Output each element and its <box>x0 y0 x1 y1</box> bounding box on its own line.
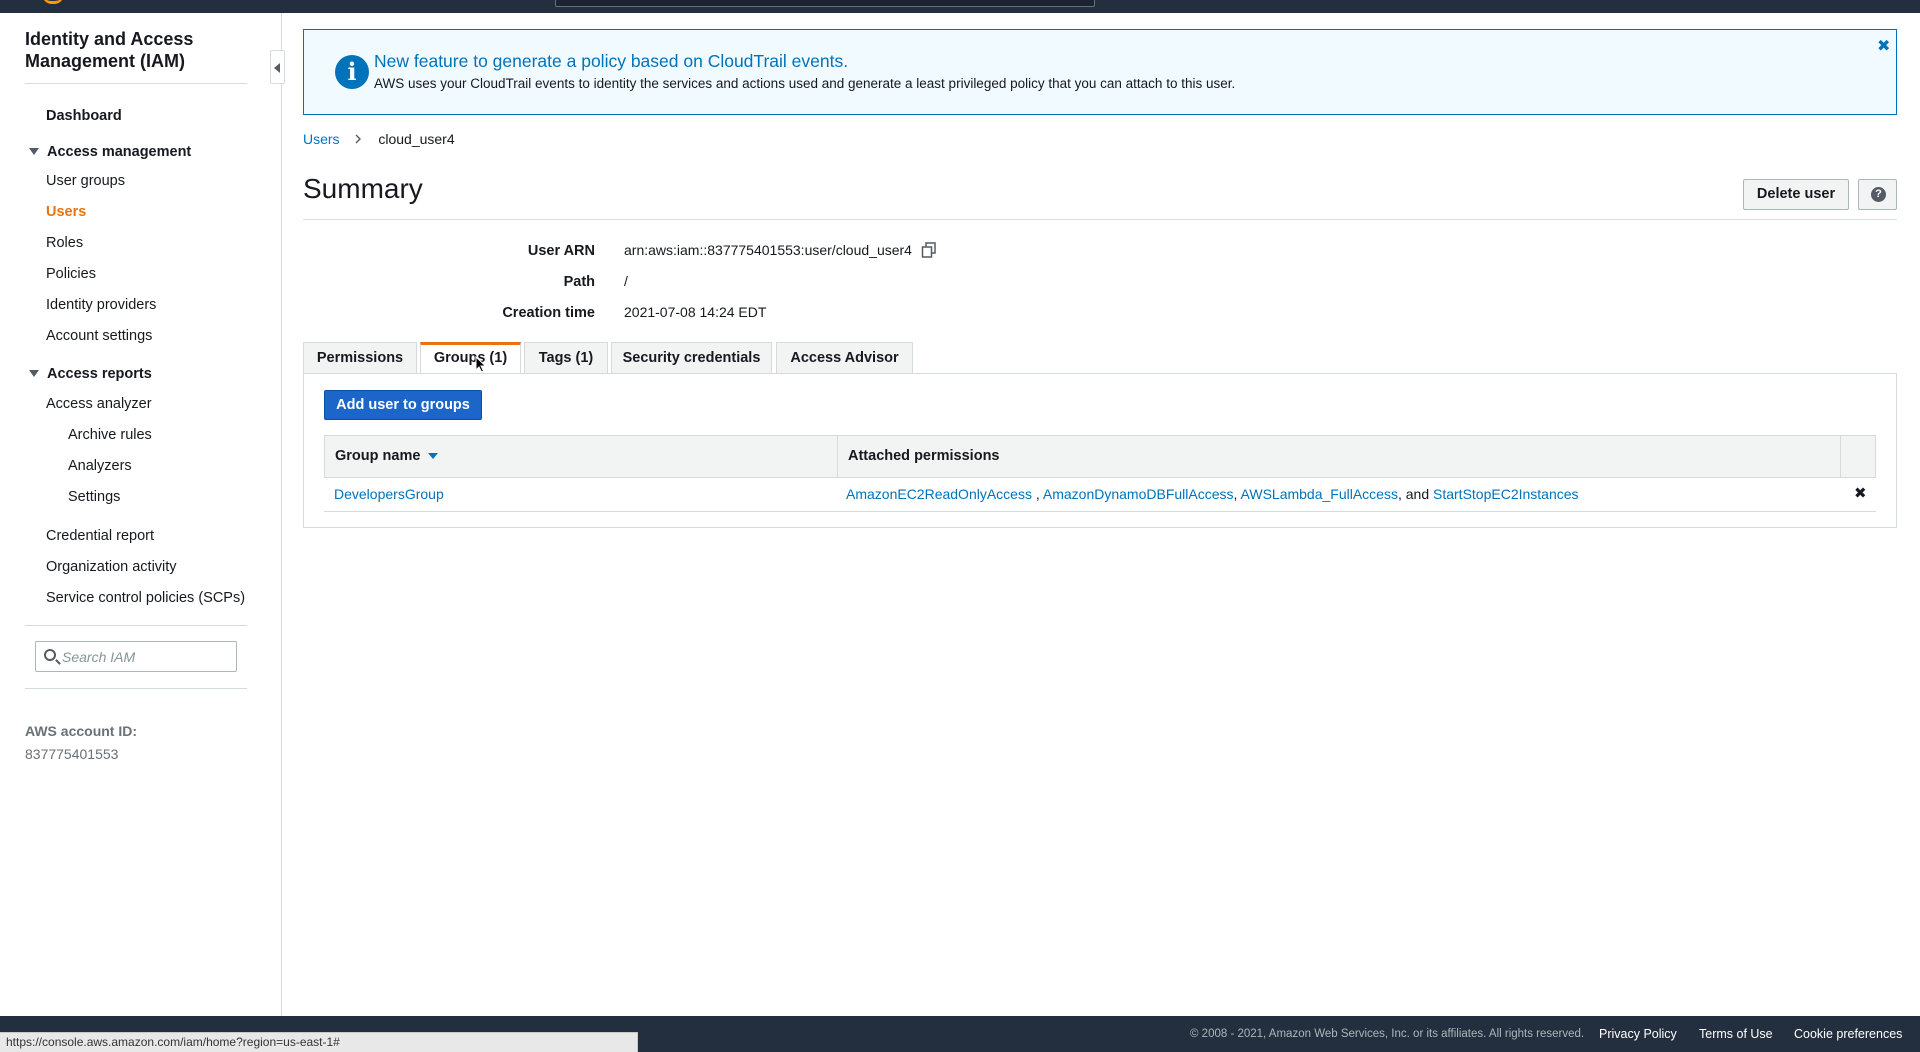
cookie-preferences-link[interactable]: Cookie preferences <box>1794 1027 1902 1041</box>
path-label: Path <box>563 274 595 290</box>
add-user-to-groups-button[interactable]: Add user to groups <box>324 390 482 420</box>
sidebar-item-users[interactable]: Users <box>46 204 86 220</box>
list-separator: , and <box>1397 486 1430 502</box>
aws-logo-icon[interactable] <box>42 0 64 4</box>
tab-tags[interactable]: Tags (1) <box>524 342 608 374</box>
sidebar-item-user-groups[interactable]: User groups <box>46 173 125 189</box>
chevron-right-icon <box>355 131 362 147</box>
creation-time-value: 2021-07-08 14:24 EDT <box>624 304 767 320</box>
sidebar-item-account-settings[interactable]: Account settings <box>46 328 152 344</box>
breadcrumb: Users cloud_user4 <box>303 131 455 147</box>
sidebar-item-access-analyzer[interactable]: Access analyzer <box>46 396 152 412</box>
sort-descending-icon <box>428 453 439 460</box>
search-iam-input[interactable] <box>62 646 232 667</box>
banner-text: AWS uses your CloudTrail events to ident… <box>374 76 1236 91</box>
user-arn-label: User ARN <box>527 243 595 259</box>
sidebar-divider <box>25 688 247 689</box>
sidebar: Identity and Access Management (IAM) Das… <box>0 13 285 1016</box>
sidebar-item-credential-report[interactable]: Credential report <box>46 528 154 544</box>
sidebar-item-scps[interactable]: Service control policies (SCPs) <box>46 590 245 606</box>
path-value: / <box>624 273 628 289</box>
sidebar-item-analyzers[interactable]: Analyzers <box>68 458 132 474</box>
caret-down-icon <box>29 369 39 377</box>
group-link-developersgroup[interactable]: DevelopersGroup <box>334 486 444 502</box>
info-icon: i <box>335 55 369 89</box>
close-icon[interactable]: ✖ <box>1877 36 1890 56</box>
search-iam-box[interactable] <box>35 641 237 672</box>
service-title[interactable]: Identity and Access Management (IAM) <box>25 28 255 72</box>
sidebar-item-identity-providers[interactable]: Identity providers <box>46 297 156 313</box>
sidebar-section-access-management[interactable]: Access management <box>29 144 191 160</box>
help-icon: ? <box>1871 187 1886 202</box>
policy-link[interactable]: AmazonDynamoDBFullAccess <box>1043 486 1234 502</box>
sidebar-item-dashboard[interactable]: Dashboard <box>46 108 122 124</box>
account-id-label: AWS account ID: <box>25 723 138 739</box>
console-search-bar[interactable] <box>555 0 1095 7</box>
policy-link[interactable]: AmazonEC2ReadOnlyAccess <box>846 486 1032 502</box>
sidebar-section-label: Access reports <box>47 366 152 382</box>
copyright-text: © 2008 - 2021, Amazon Web Services, Inc.… <box>1190 1028 1585 1040</box>
banner-title-link[interactable]: New feature to generate a policy based o… <box>374 51 848 72</box>
copy-icon[interactable] <box>921 242 937 259</box>
column-header-actions <box>1841 436 1875 477</box>
terms-of-use-link[interactable]: Terms of Use <box>1699 1027 1773 1041</box>
policy-link[interactable]: AWSLambda_FullAccess <box>1241 486 1398 502</box>
sidebar-item-analyzer-settings[interactable]: Settings <box>68 489 120 505</box>
column-header-attached-permissions: Attached permissions <box>838 436 1841 477</box>
table-header: Group name Attached permissions <box>324 435 1876 478</box>
tab-access-advisor[interactable]: Access Advisor <box>776 342 913 374</box>
group-name-cell: DevelopersGroup <box>334 478 444 511</box>
account-id-value: 837775401553 <box>25 746 119 762</box>
sidebar-item-policies[interactable]: Policies <box>46 266 96 282</box>
list-separator: , <box>1035 486 1040 502</box>
user-arn-value: arn:aws:iam::837775401553:user/cloud_use… <box>624 242 912 258</box>
creation-time-label: Creation time <box>502 305 595 321</box>
breadcrumb-users-link[interactable]: Users <box>303 131 340 147</box>
sidebar-item-organization-activity[interactable]: Organization activity <box>46 559 177 575</box>
console-top-bar <box>0 0 1920 13</box>
tab-groups[interactable]: Groups (1) <box>420 342 521 375</box>
page-title: Summary <box>303 173 423 204</box>
delete-user-button[interactable]: Delete user <box>1743 179 1849 210</box>
remove-icon[interactable]: ✖ <box>1854 486 1867 502</box>
sidebar-item-roles[interactable]: Roles <box>46 235 83 251</box>
feature-banner: i New feature to generate a policy based… <box>303 29 1897 115</box>
search-icon <box>44 649 56 661</box>
privacy-policy-link[interactable]: Privacy Policy <box>1599 1027 1677 1041</box>
sidebar-item-archive-rules[interactable]: Archive rules <box>68 427 152 443</box>
list-separator: , <box>1233 486 1238 502</box>
sidebar-divider <box>25 83 247 84</box>
collapse-sidebar-icon[interactable] <box>270 50 285 84</box>
attached-permissions-cell: AmazonEC2ReadOnlyAccess , AmazonDynamoDB… <box>846 478 1579 511</box>
help-button[interactable]: ? <box>1858 179 1897 210</box>
divider <box>303 219 1897 220</box>
column-header-group-name[interactable]: Group name <box>325 436 838 477</box>
tab-permissions[interactable]: Permissions <box>303 342 417 374</box>
breadcrumb-current: cloud_user4 <box>378 131 455 147</box>
sidebar-section-access-reports[interactable]: Access reports <box>29 366 152 382</box>
sidebar-section-label: Access management <box>47 144 192 160</box>
table-row: DevelopersGroup AmazonEC2ReadOnlyAccess … <box>324 478 1876 512</box>
browser-status-url: https://console.aws.amazon.com/iam/home?… <box>0 1032 638 1052</box>
sidebar-divider <box>25 625 247 626</box>
policy-link[interactable]: StartStopEC2Instances <box>1433 486 1579 502</box>
tab-security-credentials[interactable]: Security credentials <box>611 342 772 374</box>
caret-down-icon <box>29 147 39 155</box>
column-header-label: Group name <box>335 448 421 464</box>
